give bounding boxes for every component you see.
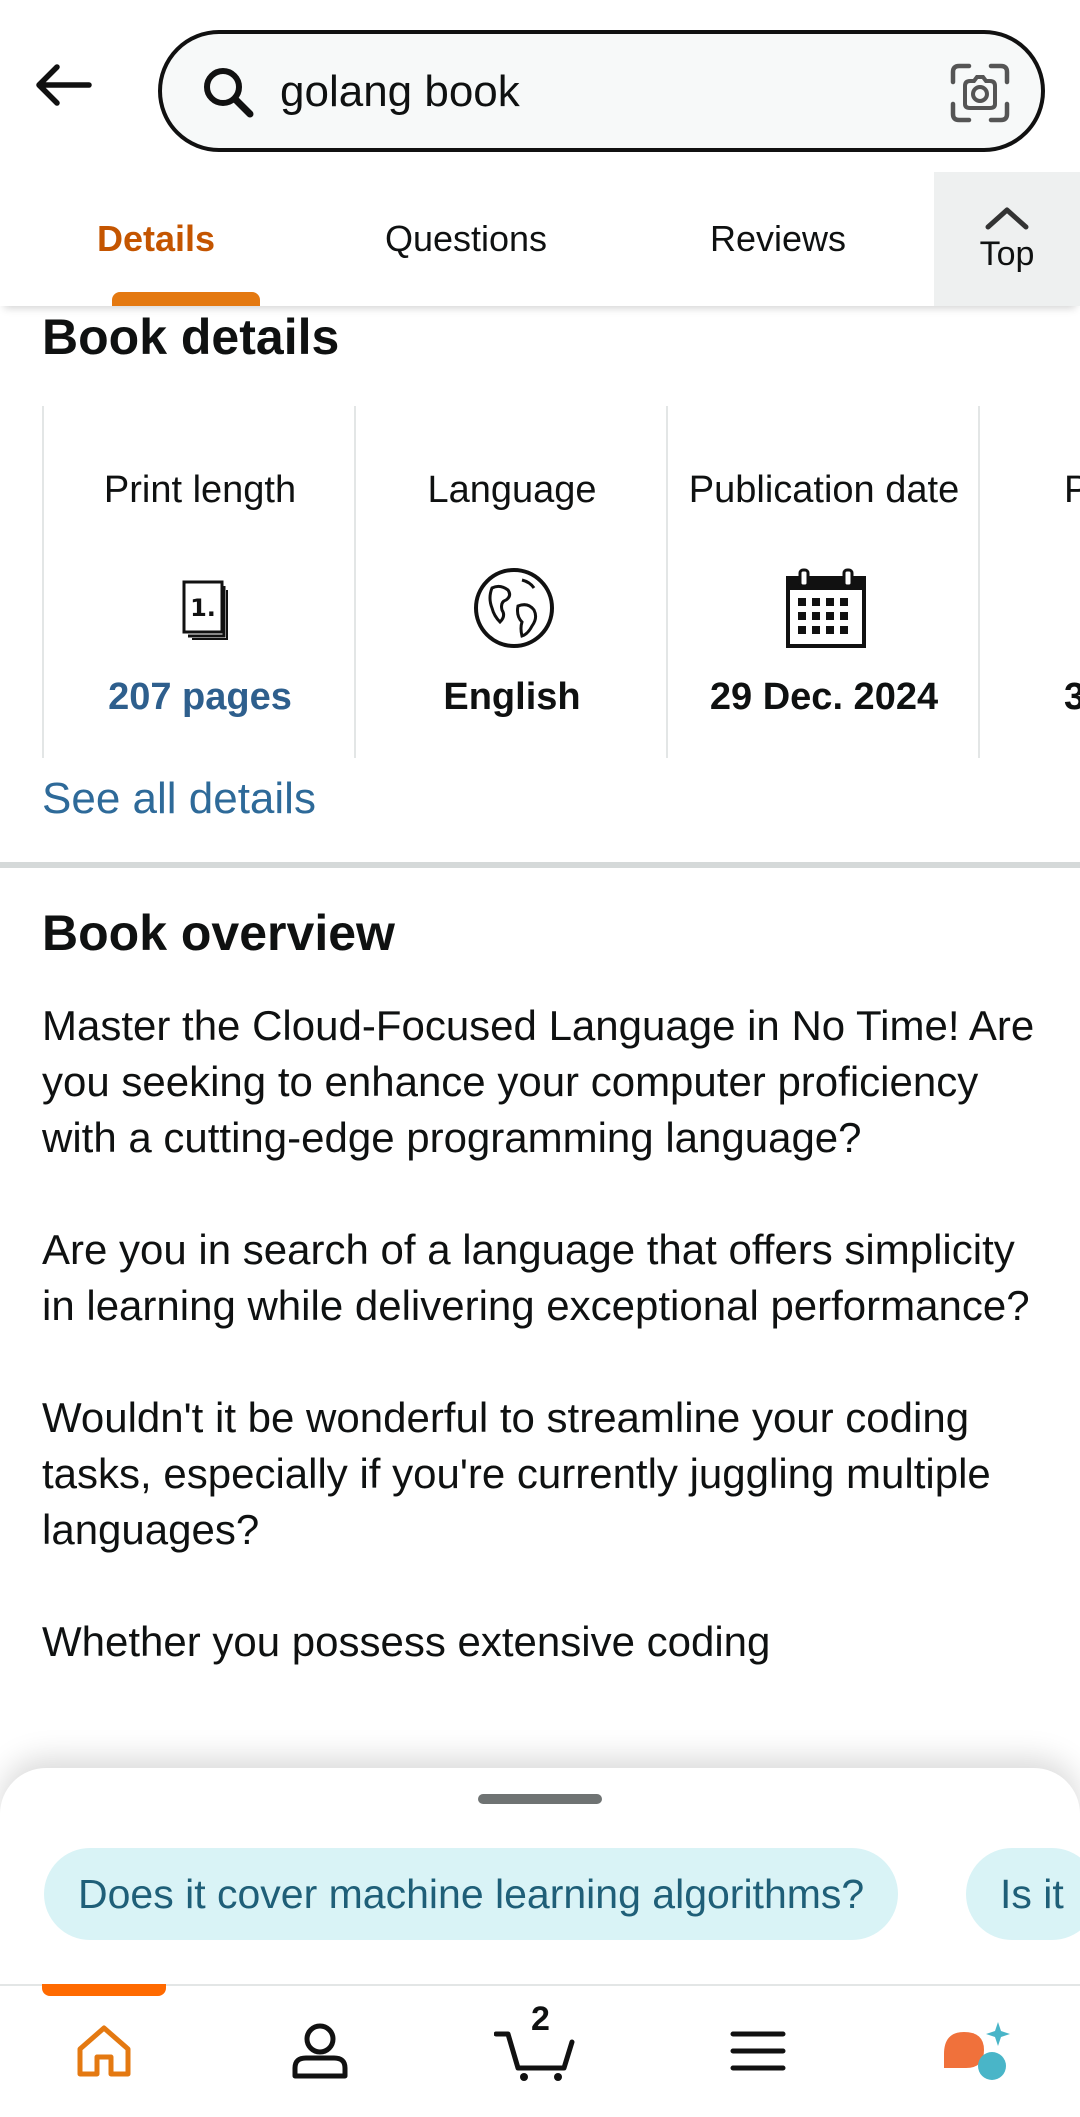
book-pages-icon: 1. [182, 580, 228, 640]
active-tab-indicator [112, 292, 260, 306]
detail-value-link[interactable]: 207 pages [44, 676, 356, 719]
calendar-icon [786, 568, 866, 648]
tab-label: Questions [384, 218, 548, 259]
detail-card-language: Language English [354, 406, 666, 758]
suggestion-chip[interactable]: Does it cover machine learning algorithm… [44, 1848, 899, 1940]
svg-text:1.: 1. [190, 594, 216, 622]
overview-text: Master the Cloud-Focused Language in No … [42, 998, 1052, 1726]
menu-icon [730, 2031, 786, 2071]
book-overview-title: Book overview [42, 905, 395, 961]
home-icon [77, 2025, 131, 2077]
overview-paragraph: Wouldn't it be wonderful to streamline y… [42, 1394, 991, 1553]
book-details-carousel[interactable]: Print length 1. 207 pages Language Engli… [42, 406, 1080, 758]
tab-label: Reviews [709, 218, 847, 259]
rufus-icon [944, 2022, 1010, 2080]
detail-label: P [1064, 469, 1080, 511]
detail-value: English [443, 676, 581, 718]
bottom-navigation: 2 [0, 1984, 1080, 2117]
overview-paragraph: Are you in search of a language that off… [42, 1226, 1030, 1329]
see-all-details-link[interactable]: See all details [42, 774, 316, 824]
search-icon [204, 68, 254, 118]
back-button[interactable] [28, 50, 98, 120]
detail-value: 3 [1064, 676, 1080, 718]
sheet-drag-handle[interactable] [478, 1794, 602, 1804]
overview-paragraph: Whether you possess extensive coding [42, 1618, 771, 1665]
book-details-title: Book details [42, 309, 340, 365]
tab-reviews[interactable]: Reviews [652, 172, 904, 306]
tab-bar: Details Questions Reviews Top [0, 172, 1080, 306]
detail-card-publication-date: Publication date 29 Dec. 2024 [666, 406, 978, 758]
rufus-suggestion-sheet[interactable]: Does it cover machine learning algorithm… [0, 1768, 1080, 1988]
search-input[interactable] [280, 62, 920, 122]
cart-count-badge: 2 [531, 2000, 550, 2038]
header [0, 0, 1080, 172]
detail-card-partial: P 3 [978, 406, 1080, 758]
chevron-up-icon [985, 207, 1029, 229]
globe-icon [474, 568, 554, 648]
account-icon [292, 2023, 348, 2079]
detail-label: Language [427, 469, 597, 511]
overview-paragraph: Master the Cloud-Focused Language in No … [42, 1002, 1035, 1161]
detail-card-print-length[interactable]: Print length 1. 207 pages [42, 406, 354, 758]
arrow-left-icon [36, 64, 92, 106]
tab-questions[interactable]: Questions [340, 172, 592, 306]
tab-details[interactable]: Details [30, 172, 282, 306]
suggestion-chip[interactable]: Is it [966, 1848, 1080, 1940]
nav-cart[interactable]: 2 [486, 2000, 586, 2096]
detail-value: 29 Dec. 2024 [709, 676, 939, 718]
nav-rufus[interactable] [928, 2006, 1028, 2096]
detail-label: Print length [103, 469, 297, 511]
scroll-top-button[interactable]: Top [934, 172, 1080, 306]
nav-home[interactable] [54, 2006, 154, 2096]
detail-label: Publication date [688, 469, 960, 511]
section-divider [0, 862, 1080, 868]
top-label: Top [979, 234, 1035, 273]
active-nav-indicator [42, 1984, 166, 1996]
nav-account[interactable] [270, 2006, 370, 2096]
nav-menu[interactable] [708, 2006, 808, 2096]
camera-lens-icon[interactable] [949, 62, 1011, 124]
tab-label: Details [96, 218, 216, 259]
search-box[interactable] [158, 30, 1045, 152]
